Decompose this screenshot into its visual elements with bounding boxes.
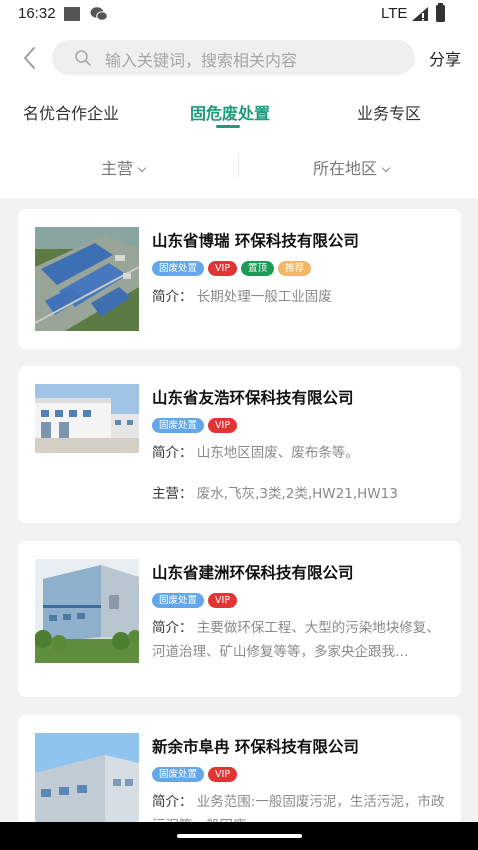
- company-thumbnail: [35, 227, 139, 331]
- company-name: 山东省博瑞 环保科技有限公司: [152, 232, 359, 250]
- tag-solid-waste: 固废处置: [152, 767, 205, 782]
- back-arrow-icon[interactable]: [18, 45, 42, 71]
- tag-vip: VIP: [208, 593, 238, 608]
- filter-divider: [238, 154, 239, 178]
- company-main-business: 主营： 废水,飞灰,3类,2类,HW21,HW13: [152, 482, 448, 506]
- company-intro: 简介： 山东地区固废、废布条等。: [152, 441, 448, 465]
- tag-solid-waste: 固废处置: [152, 261, 205, 276]
- search-icon: [75, 50, 91, 66]
- system-navigation-bar: [0, 822, 478, 850]
- wechat-icon: [90, 7, 108, 21]
- intro-label: 简介：: [152, 794, 193, 810]
- search-input[interactable]: 输入关键词，搜索相关内容: [52, 40, 415, 75]
- company-intro: 简介： 主要做环保工程、大型的污染地块修复、河道治理、矿山修复等等，多家央企跟我…: [152, 616, 448, 664]
- company-card[interactable]: 山东省友浩环保科技有限公司 固废处置 VIP 简介： 山东地区固废、废布条等。 …: [18, 366, 461, 523]
- tag-recommended: 推荐: [278, 261, 312, 276]
- company-card[interactable]: 山东省博瑞 环保科技有限公司 固废处置 VIP 置顶 推荐 简介： 长期处理一般…: [18, 209, 461, 349]
- tag-list: 固废处置 VIP: [152, 767, 238, 782]
- filter-main-business-label: 主营: [101, 159, 134, 178]
- main-business-text: 废水,飞灰,3类,2类,HW21,HW13: [196, 486, 398, 502]
- company-card[interactable]: 山东省建洲环保科技有限公司 固废处置 VIP 简介： 主要做环保工程、大型的污染…: [18, 541, 461, 697]
- top-panel: 16:32 LTE 输入关键词，搜索相关内容 分享 名优合作企业 固危废处置 业…: [0, 0, 478, 198]
- share-button[interactable]: 分享: [429, 46, 461, 70]
- network-label: LTE: [381, 5, 408, 22]
- intro-label: 简介：: [152, 620, 193, 636]
- tag-vip: VIP: [208, 767, 238, 782]
- chevron-down-icon: [137, 163, 147, 173]
- status-time: 16:32: [18, 5, 56, 22]
- active-tab-indicator: [216, 125, 240, 128]
- tag-vip: VIP: [208, 261, 238, 276]
- tab-solid-hazardous-waste[interactable]: 固危废处置: [190, 100, 270, 124]
- battery-icon: [436, 3, 445, 22]
- search-placeholder: 输入关键词，搜索相关内容: [105, 51, 298, 70]
- tag-list: 固废处置 VIP: [152, 418, 238, 433]
- company-name: 山东省建洲环保科技有限公司: [152, 564, 354, 582]
- company-name: 山东省友浩环保科技有限公司: [152, 389, 354, 407]
- company-thumbnail: [35, 384, 139, 453]
- status-bar: 16:32 LTE: [0, 0, 478, 30]
- tab-business-zone[interactable]: 业务专区: [357, 100, 421, 124]
- signal-icon: [412, 7, 428, 21]
- notification-square-icon: [64, 7, 80, 21]
- intro-label: 简介：: [152, 289, 193, 305]
- tag-list: 固废处置 VIP 置顶 推荐: [152, 261, 312, 276]
- company-thumbnail: [35, 559, 139, 663]
- intro-text: 长期处理一般工业固废: [196, 289, 332, 305]
- filter-main-business[interactable]: 主营: [101, 155, 147, 179]
- home-gesture-handle[interactable]: [177, 834, 302, 838]
- filter-region-label: 所在地区: [313, 159, 378, 178]
- intro-text: 主要做环保工程、大型的污染地块修复、河道治理、矿山修复等等，多家央企跟我…: [152, 620, 440, 660]
- main-business-label: 主营：: [152, 486, 193, 502]
- tag-solid-waste: 固废处置: [152, 593, 205, 608]
- tag-list: 固废处置 VIP: [152, 593, 238, 608]
- company-intro: 简介： 长期处理一般工业固废: [152, 285, 448, 309]
- chevron-down-icon: [381, 163, 391, 173]
- tag-vip: VIP: [208, 418, 238, 433]
- tag-pinned: 置顶: [241, 261, 275, 276]
- filter-region[interactable]: 所在地区: [313, 155, 391, 179]
- intro-label: 简介：: [152, 445, 193, 461]
- company-name: 新余市阜冉 环保科技有限公司: [152, 738, 359, 756]
- tab-cooperative-enterprises[interactable]: 名优合作企业: [23, 100, 119, 124]
- intro-text: 山东地区固废、废布条等。: [196, 445, 359, 461]
- tag-solid-waste: 固废处置: [152, 418, 205, 433]
